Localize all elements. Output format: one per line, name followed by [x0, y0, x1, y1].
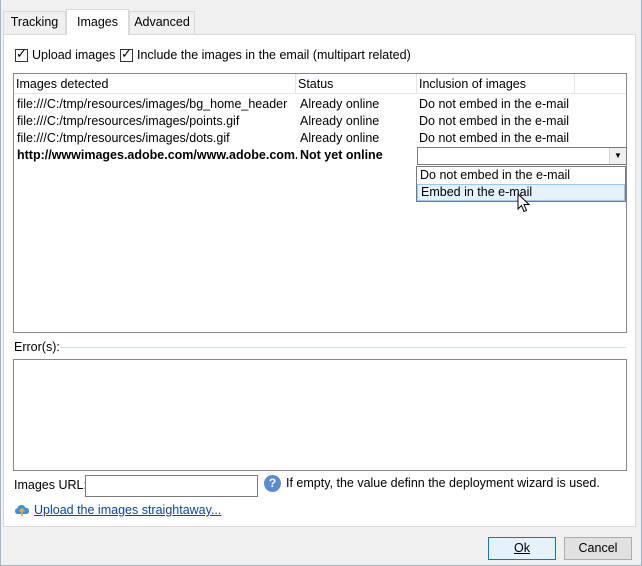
ok-button-label: Ok [514, 541, 530, 555]
checkmark-icon: ✓ [121, 45, 132, 61]
image-path: http://wwwimages.adobe.com/www.adobe.com… [17, 148, 297, 162]
tab-tracking[interactable]: Tracking [3, 11, 66, 34]
upload-images-label: Upload images [32, 48, 116, 62]
images-url-help-text: If empty, the value definn the deploymen… [286, 476, 600, 490]
images-url-input[interactable] [85, 475, 258, 497]
inclusion-cell: Do not embed in the e-mail [419, 97, 570, 111]
images-list[interactable]: Images detected Status Inclusion of imag… [13, 73, 627, 333]
include-images-checkbox[interactable]: ✓ [120, 45, 133, 62]
help-icon: ? [264, 475, 281, 492]
upload-images-checkbox[interactable]: ✓ [15, 45, 28, 62]
upload-images-link[interactable]: Upload the images straightaway... [34, 503, 221, 517]
table-row[interactable]: file:///C:/tmp/resources/images/dots.gif… [14, 130, 626, 147]
upload-images-option[interactable]: ✓ Upload images [15, 45, 116, 62]
inclusion-cell: Do not embed in the e-mail [419, 131, 570, 145]
status-cell: Already online [300, 114, 380, 128]
column-header-status[interactable]: Status [296, 74, 417, 94]
status-cell: Not yet online [300, 148, 383, 162]
cancel-button[interactable]: Cancel [564, 537, 632, 560]
image-path: file:///C:/tmp/resources/images/points.g… [17, 114, 240, 128]
status-cell: Already online [300, 97, 380, 111]
inclusion-combobox[interactable]: ▼ [417, 147, 627, 165]
table-row-selected[interactable]: http://wwwimages.adobe.com/www.adobe.com… [14, 147, 627, 165]
upload-cloud-icon [15, 505, 29, 516]
image-path: file:///C:/tmp/resources/images/bg_home_… [17, 97, 288, 111]
include-images-option[interactable]: ✓ Include the images in the email (multi… [120, 45, 411, 62]
ok-button[interactable]: Ok [488, 537, 556, 560]
dropdown-option-do-not-embed[interactable]: Do not embed in the e-mail [417, 167, 625, 184]
column-header-images-detected[interactable]: Images detected [14, 74, 296, 94]
tab-advanced[interactable]: Advanced [129, 11, 195, 34]
image-path: file:///C:/tmp/resources/images/dots.gif [17, 131, 230, 145]
include-images-label: Include the images in the email (multipa… [137, 48, 411, 62]
errors-label: Error(s): [14, 340, 60, 354]
errors-divider [60, 347, 626, 348]
table-row[interactable]: file:///C:/tmp/resources/images/bg_home_… [14, 96, 626, 113]
mouse-cursor-icon [517, 193, 530, 213]
images-url-label: Images URL: [14, 478, 87, 492]
errors-box[interactable] [13, 359, 627, 471]
inclusion-cell: Do not embed in the e-mail [419, 114, 570, 128]
cancel-button-label: Cancel [578, 541, 618, 555]
column-header-inclusion[interactable]: Inclusion of images [417, 74, 575, 94]
list-header: Images detected Status Inclusion of imag… [14, 74, 626, 94]
tab-images[interactable]: Images [66, 9, 129, 35]
table-row[interactable]: file:///C:/tmp/resources/images/points.g… [14, 113, 626, 130]
status-cell: Already online [300, 131, 380, 145]
chevron-down-icon[interactable]: ▼ [609, 148, 626, 164]
checkmark-icon: ✓ [16, 45, 27, 61]
